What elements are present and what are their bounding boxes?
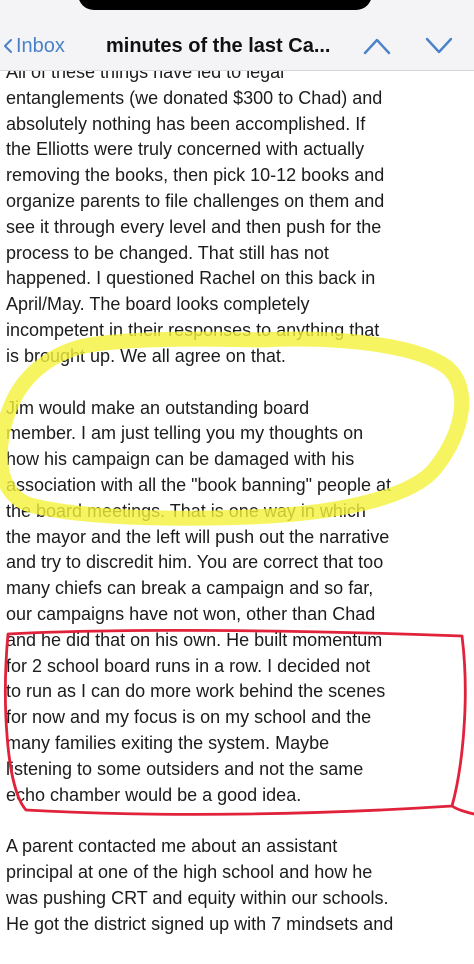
email-text-line: our campaigns have not won, other than C… <box>6 603 376 624</box>
navigation-bar: Inbox minutes of the last Ca... <box>0 0 474 71</box>
email-text-line: many families exiting the system. Maybe <box>6 732 330 753</box>
chevron-left-icon <box>4 39 12 53</box>
email-text-line: happened. I questioned Rachel on this ba… <box>6 268 376 289</box>
email-text-line: echo chamber would be a good idea. <box>6 784 302 805</box>
email-text-line: listening to some outsiders and not the … <box>6 758 364 779</box>
email-text-line: many chiefs can break a campaign and so … <box>6 578 374 599</box>
email-text-line: removing the books, then pick 10-12 book… <box>6 165 385 186</box>
email-paragraph-3: A parent contacted me about an assistant… <box>6 834 468 937</box>
email-paragraph-1: All of these things have led to legal ent… <box>6 60 468 370</box>
email-text-line: for now and my focus is on my school and… <box>6 707 372 728</box>
back-to-inbox-button[interactable]: Inbox <box>0 33 65 59</box>
email-text-line: was pushing CRT and equity within our sc… <box>6 887 389 908</box>
email-text-line: how his campaign can be damaged with his <box>6 449 355 470</box>
email-text-line: Jim would make an outstanding board <box>6 397 310 418</box>
email-text-line: is brought up. We all agree on that. <box>6 345 286 366</box>
email-body: All of these things have led to legal ent… <box>6 60 468 964</box>
email-text-line: He got the district signed up with 7 min… <box>6 913 394 934</box>
email-text-line: absolutely nothing has been accomplished… <box>6 113 366 134</box>
email-text-line: principal at one of the high school and … <box>6 862 373 883</box>
email-text-line: to run as I can do more work behind the … <box>6 681 386 702</box>
email-text-line: organize parents to file challenges on t… <box>6 190 385 211</box>
email-text-line: incompetent in their responses to anythi… <box>6 319 380 340</box>
email-text-line: member. I am just telling you my thought… <box>6 423 364 444</box>
email-text-line: April/May. The board looks completely <box>6 294 310 315</box>
email-text-line: the Elliotts were truly concerned with a… <box>6 139 365 160</box>
email-text-line: for 2 school board runs in a row. I deci… <box>6 655 371 676</box>
email-text-line: see it through every level and then push… <box>6 216 382 237</box>
email-text-line: and he did that on his own. He built mom… <box>6 629 383 650</box>
chevron-up-icon[interactable] <box>362 36 392 56</box>
email-text-line: association with all the "book banning" … <box>6 474 392 495</box>
device-notch <box>78 0 372 10</box>
message-subject-title: minutes of the last Ca... <box>106 35 331 57</box>
email-text-line: the mayor and the left will push out the… <box>6 526 390 547</box>
email-text-line: and try to discredit him. You are correc… <box>6 552 384 573</box>
email-text-line: process to be changed. That still has no… <box>6 242 329 263</box>
email-text-line: A parent contacted me about an assistant <box>6 836 338 857</box>
email-paragraph-2: Jim would make an outstanding board membe… <box>6 396 468 809</box>
email-text-line: the board meetings. That is one way in w… <box>6 500 366 521</box>
email-text-line: entanglements (we donated $300 to Chad) … <box>6 87 383 108</box>
back-label: Inbox <box>16 34 65 57</box>
chevron-down-icon[interactable] <box>424 36 454 56</box>
